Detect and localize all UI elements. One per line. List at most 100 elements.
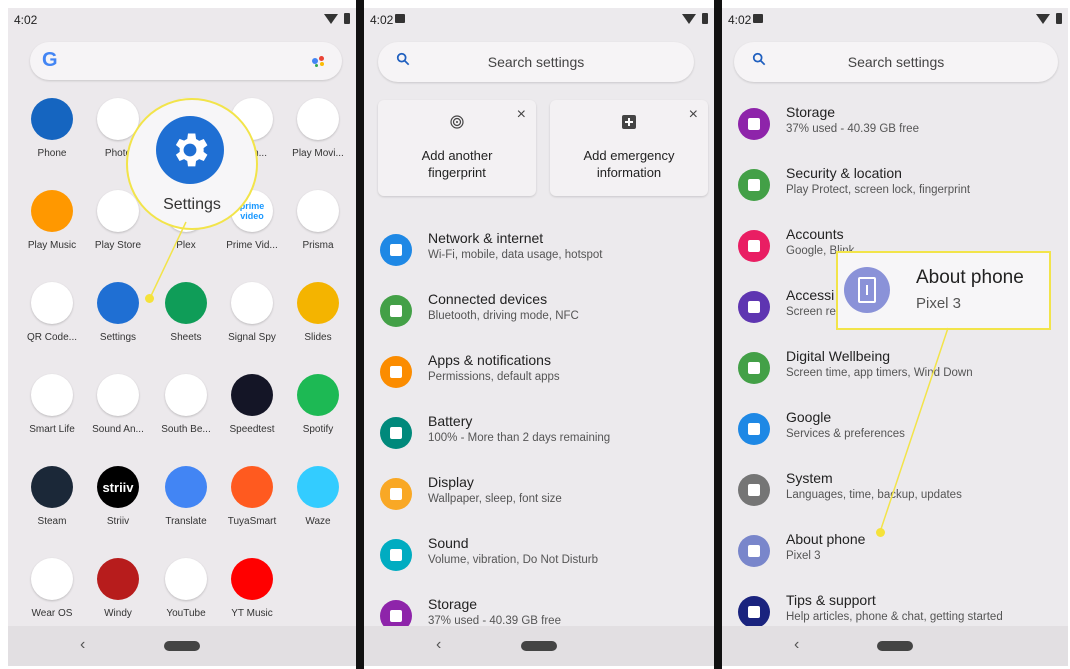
app-windy[interactable]: Windy	[84, 558, 152, 619]
row-title: Accounts	[786, 226, 844, 242]
play-movi-icon	[297, 98, 339, 140]
app-qr-code[interactable]: QR Code...	[18, 282, 86, 343]
row-title: Storage	[786, 104, 836, 120]
app-label: Windy	[104, 608, 132, 619]
settings-row-network-internet[interactable]: Network & internet Wi-Fi, mobile, data us…	[364, 222, 714, 282]
app-label: Spotify	[302, 424, 334, 435]
app-speedtest[interactable]: Speedtest	[218, 374, 286, 435]
app-south-be[interactable]: South Be...	[152, 374, 220, 435]
app-label: Settings	[99, 332, 137, 343]
app-yt-music[interactable]: YT Music	[218, 558, 286, 619]
suggestion-card-emergency[interactable]: × Add emergency information	[550, 100, 708, 196]
settings-row-apps-notifications[interactable]: Apps & notifications Permissions, default…	[364, 344, 714, 404]
status-bar: 4:02	[722, 8, 1068, 34]
settings-icon	[97, 282, 139, 324]
apps-icon	[380, 356, 412, 388]
assistant-icon[interactable]	[312, 56, 328, 68]
settings-row-system[interactable]: System Languages, time, backup, updates	[722, 462, 1068, 522]
suggestion-card-fingerprint[interactable]: × Add another fingerprint	[378, 100, 536, 196]
row-title: Apps & notifications	[428, 352, 551, 368]
help-icon	[738, 596, 770, 628]
lock-icon	[738, 169, 770, 201]
app-label: Play Music	[27, 240, 77, 251]
app-label: YT Music	[231, 608, 273, 619]
row-title: Tips & support	[786, 592, 876, 608]
close-icon[interactable]: ×	[689, 106, 698, 124]
home-button[interactable]	[877, 641, 913, 651]
row-title: Connected devices	[428, 291, 548, 307]
app-smart-life[interactable]: Smart Life	[18, 374, 86, 435]
row-subtitle: Screen re	[786, 306, 836, 318]
settings-search-bar[interactable]: Search settings	[378, 42, 694, 82]
app-spotify[interactable]: Spotify	[284, 374, 352, 435]
storage-icon	[738, 108, 770, 140]
app-sheets[interactable]: Sheets	[152, 282, 220, 343]
row-subtitle: Bluetooth, driving mode, NFC	[428, 310, 579, 322]
display-icon	[380, 478, 412, 510]
app-translate[interactable]: Translate	[152, 466, 220, 527]
settings-row-connected-devices[interactable]: Connected devices Bluetooth, driving mode…	[364, 283, 714, 343]
striiv-icon: striiv	[97, 466, 139, 508]
app-label: Slides	[304, 332, 332, 343]
settings-screen: 4:02 Search settings × Add another finger…	[364, 8, 714, 666]
app-sound-an[interactable]: Sound An...	[84, 374, 152, 435]
divider	[356, 0, 364, 669]
row-title: Sound	[428, 535, 469, 551]
settings-row-digital-wellbeing[interactable]: Digital Wellbeing Screen time, app timers…	[722, 340, 1068, 400]
settings-row-storage[interactable]: Storage 37% used - 40.39 GB free	[722, 96, 1068, 156]
app-label: Prisma	[302, 240, 334, 251]
callout-subtitle: Pixel 3	[916, 295, 962, 312]
about-phone-callout: About phone Pixel 3	[836, 251, 1051, 330]
back-icon[interactable]: ‹	[436, 636, 441, 654]
row-subtitle: Play Protect, screen lock, fingerprint	[786, 184, 971, 196]
app-label: Striiv	[106, 516, 130, 527]
app-prisma[interactable]: Prisma	[284, 190, 352, 251]
windy-icon	[97, 558, 139, 600]
app-play-movi[interactable]: Play Movi...	[284, 98, 352, 159]
app-slides[interactable]: Slides	[284, 282, 352, 343]
home-button[interactable]	[521, 641, 557, 651]
app-phone[interactable]: Phone	[18, 98, 86, 159]
wear-os-icon	[31, 558, 73, 600]
app-youtube[interactable]: YouTube	[152, 558, 220, 619]
app-label: Steam	[37, 516, 67, 527]
app-waze[interactable]: Waze	[284, 466, 352, 527]
google-search-bar[interactable]: G	[30, 42, 342, 80]
spotify-icon	[297, 374, 339, 416]
settings-row-battery[interactable]: Battery 100% - More than 2 days remaining	[364, 405, 714, 465]
app-play-music[interactable]: Play Music	[18, 190, 86, 251]
divider	[714, 0, 722, 669]
app-wear-os[interactable]: Wear OS	[18, 558, 86, 619]
app-label: Wear OS	[31, 608, 73, 619]
wifi-icon	[1036, 14, 1050, 24]
row-subtitle: Languages, time, backup, updates	[786, 489, 962, 501]
settings-row-google[interactable]: Google Services & preferences	[722, 401, 1068, 461]
home-button[interactable]	[164, 641, 200, 651]
app-tuyasmart[interactable]: TuyaSmart	[218, 466, 286, 527]
settings-row-about-phone[interactable]: About phone Pixel 3	[722, 523, 1068, 583]
battery-status-icon	[1056, 13, 1062, 24]
back-icon[interactable]: ‹	[80, 636, 85, 654]
battery-status-icon	[702, 13, 708, 24]
app-settings[interactable]: Settings	[84, 282, 152, 343]
back-icon[interactable]: ‹	[794, 636, 799, 654]
plus-icon	[622, 115, 636, 129]
prisma-icon	[297, 190, 339, 232]
settings-row-security-location[interactable]: Security & location Play Protect, screen …	[722, 157, 1068, 217]
app-steam[interactable]: Steam	[18, 466, 86, 527]
row-subtitle: Pixel 3	[786, 550, 821, 562]
app-signal-spy[interactable]: Signal Spy	[218, 282, 286, 343]
settings-zoom-callout: Settings	[126, 98, 258, 230]
yt-music-icon	[231, 558, 273, 600]
sound-an-icon	[97, 374, 139, 416]
app-striiv[interactable]: striiv Striiv	[84, 466, 152, 527]
waze-icon	[297, 466, 339, 508]
row-subtitle: 100% - More than 2 days remaining	[428, 432, 611, 444]
settings-search-bar[interactable]: Search settings	[734, 42, 1058, 82]
settings-row-display[interactable]: Display Wallpaper, sleep, font size	[364, 466, 714, 526]
settings-row-sound[interactable]: Sound Volume, vibration, Do Not Disturb	[364, 527, 714, 587]
youtube-icon	[165, 558, 207, 600]
close-icon[interactable]: ×	[517, 106, 526, 124]
phone-info-icon	[844, 267, 890, 313]
row-subtitle: Screen time, app timers, Wind Down	[786, 367, 973, 379]
